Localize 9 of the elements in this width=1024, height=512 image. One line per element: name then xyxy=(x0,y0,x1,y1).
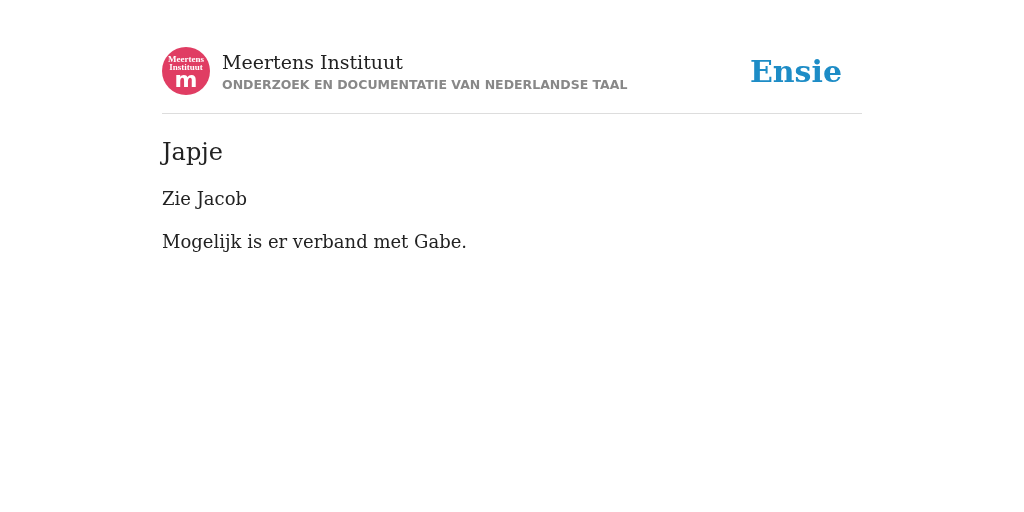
site-title: Meertens Instituut xyxy=(222,50,404,74)
brand-logo[interactable]: Ensie xyxy=(749,53,842,89)
paragraph: Mogelijk is er verband met Gabe. xyxy=(162,231,469,252)
logo-text: Instituut xyxy=(169,63,203,71)
logo-text: Meertens xyxy=(168,55,204,63)
logo-letter: m xyxy=(174,71,198,89)
site-subtitle: ONDERZOEK EN DOCUMENTATIE VAN NEDERLANDSE TAAL xyxy=(222,77,629,92)
paragraph: Zie Jacob xyxy=(162,188,249,209)
entry-heading: Japje xyxy=(162,138,224,166)
